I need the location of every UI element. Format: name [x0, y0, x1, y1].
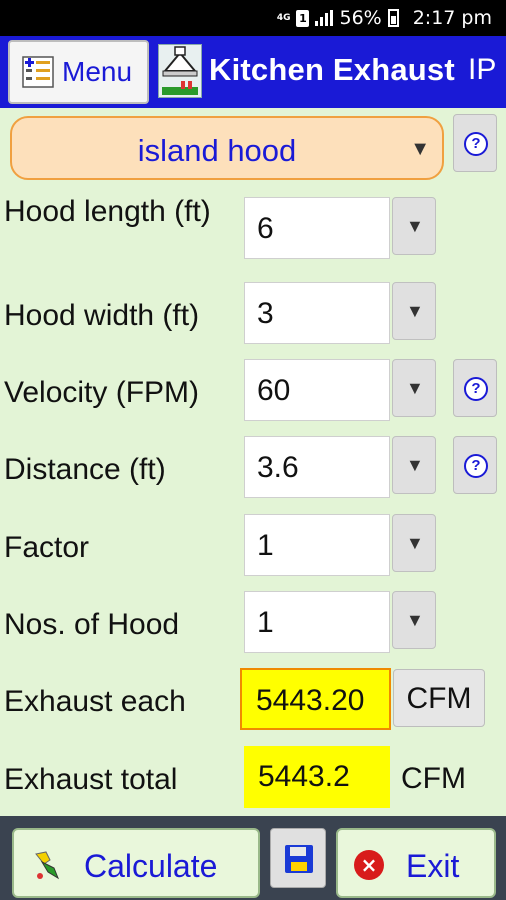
menu-icon — [22, 56, 54, 88]
distance-input[interactable]: 3.6 — [244, 436, 390, 498]
clock: 2:17 pm — [412, 7, 492, 29]
hood-type-select[interactable]: island hood ▼ — [10, 116, 444, 180]
close-icon: × — [354, 850, 384, 880]
save-button[interactable] — [270, 828, 326, 888]
chevron-down-icon: ▼ — [410, 138, 430, 160]
distance-dropdown-button[interactable]: ▼ — [392, 436, 436, 494]
hood-length-input[interactable]: 6 — [244, 197, 390, 259]
save-icon — [285, 845, 313, 873]
battery-icon — [387, 9, 399, 27]
hood-width-input[interactable]: 3 — [244, 282, 390, 344]
help-icon: ? — [464, 454, 488, 478]
exhaust-unit-button[interactable]: CFM — [393, 669, 485, 727]
hood-type-value: island hood — [137, 133, 297, 168]
app-title: Kitchen Exhaust — [209, 52, 455, 87]
calculate-label: Calculate — [84, 848, 218, 884]
chevron-down-icon: ▼ — [406, 455, 424, 475]
distance-label: Distance (ft) — [4, 453, 166, 486]
hood-count-input[interactable]: 1 — [244, 591, 390, 653]
factor-dropdown-button[interactable]: ▼ — [392, 514, 436, 572]
hood-app-icon — [158, 44, 202, 98]
factor-label: Factor — [4, 531, 90, 564]
exhaust-total-value: 5443.2 — [244, 746, 390, 808]
velocity-dropdown-button[interactable]: ▼ — [392, 359, 436, 417]
hood-count-label: Nos. of Hood — [4, 608, 180, 641]
hood-width-dropdown-button[interactable]: ▼ — [392, 282, 436, 340]
hood-length-dropdown-button[interactable]: ▼ — [392, 197, 436, 255]
velocity-help-button[interactable]: ? — [453, 359, 497, 417]
calculate-icon — [32, 850, 64, 887]
hood-length-label: Hood length (ft) — [4, 195, 211, 228]
exhaust-total-label: Exhaust total — [4, 763, 178, 796]
title-bar: Menu Kitchen Exhaust IP — [0, 36, 506, 108]
hood-type-help-button[interactable]: ? — [453, 114, 497, 172]
menu-label: Menu — [62, 56, 133, 87]
chevron-down-icon: ▼ — [406, 378, 424, 398]
battery-percent: 56% — [339, 7, 382, 29]
menu-button[interactable]: Menu — [8, 40, 149, 104]
status-bar: 4G 1 56% 2:17 pm — [0, 0, 506, 36]
hood-width-label: Hood width (ft) — [4, 299, 200, 332]
distance-help-button[interactable]: ? — [453, 436, 497, 494]
chevron-down-icon: ▼ — [406, 533, 424, 553]
velocity-label: Velocity (FPM) — [4, 376, 200, 409]
help-icon: ? — [464, 377, 488, 401]
exhaust-total-unit: CFM — [401, 762, 466, 795]
exit-label: Exit — [406, 848, 460, 884]
chevron-down-icon: ▼ — [406, 301, 424, 321]
network-type: 4G — [276, 12, 291, 23]
bottom-toolbar: Calculate × Exit — [0, 816, 506, 900]
exit-button[interactable]: × Exit — [336, 828, 496, 898]
velocity-input[interactable]: 60 — [244, 359, 390, 421]
calculate-button[interactable]: Calculate — [12, 828, 260, 898]
exhaust-each-label: Exhaust each — [4, 685, 186, 718]
factor-input[interactable]: 1 — [244, 514, 390, 576]
hood-count-dropdown-button[interactable]: ▼ — [392, 591, 436, 649]
chevron-down-icon: ▼ — [406, 610, 424, 630]
unit-system-label: IP — [468, 53, 497, 86]
signal-icon — [315, 10, 334, 26]
chevron-down-icon: ▼ — [406, 216, 424, 236]
exhaust-each-value: 5443.20 — [240, 668, 391, 730]
sim-icon: 1 — [296, 9, 310, 27]
help-icon: ? — [464, 132, 488, 156]
